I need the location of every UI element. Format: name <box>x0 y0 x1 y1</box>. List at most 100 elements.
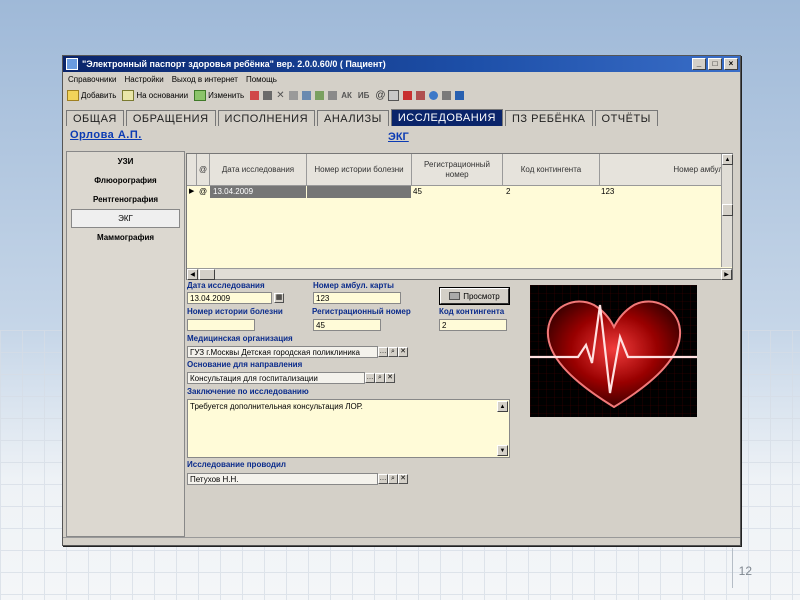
ecg-heart-image <box>530 285 697 417</box>
hscroll-thumb[interactable] <box>199 269 215 280</box>
org-clear-icon[interactable]: ✕ <box>398 347 408 357</box>
col-header-reg[interactable]: Регистрационный номер <box>412 154 503 185</box>
window-title: "Электронный паспорт здоровья ребёнка" в… <box>82 59 386 69</box>
based-on-button[interactable]: На основании <box>122 89 188 101</box>
scroll-left-icon[interactable]: ◀ <box>187 269 198 280</box>
performer-ellipsis-button[interactable]: … <box>378 474 388 484</box>
tab-reports[interactable]: ОТЧЁТЫ <box>594 110 658 126</box>
ak-button[interactable]: АК <box>341 91 352 100</box>
tab-visits[interactable]: ОБРАЩЕНИЯ <box>125 110 216 126</box>
tab-general[interactable]: ОБЩАЯ <box>66 110 124 126</box>
red-plus-icon[interactable] <box>403 90 413 100</box>
patient-name-link[interactable]: Орлова А.П. <box>70 129 142 141</box>
col-header-amb[interactable]: Номер амбул <box>600 154 724 185</box>
basis-search-icon[interactable]: ⌕ <box>375 373 385 383</box>
close-button[interactable]: × <box>724 58 738 70</box>
history-label: Номер истории болезни <box>187 307 283 316</box>
row-attachment-icon: @ <box>199 187 208 196</box>
basis-field[interactable]: Консультация для госпитализации <box>187 372 365 384</box>
scroll-right-icon[interactable]: ▶ <box>721 269 732 280</box>
attachment-column-icon: @ <box>197 154 210 185</box>
nav-item-ecg[interactable]: ЭКГ <box>71 209 180 228</box>
world-icon[interactable] <box>429 90 439 100</box>
book-icon[interactable] <box>455 90 465 100</box>
add-icon <box>67 89 79 101</box>
tab-executions[interactable]: ИСПОЛНЕНИЯ <box>217 110 316 126</box>
org-field[interactable]: ГУЗ г.Москвы Детская городская поликлини… <box>187 346 378 358</box>
view-button-label: Просмотр <box>463 291 500 301</box>
performer-search-icon[interactable]: ⌕ <box>388 474 398 484</box>
tree-icon[interactable] <box>302 90 312 100</box>
edit-icon <box>194 89 207 101</box>
menu-bar: Справочники Настройки Выход в интернет П… <box>63 72 740 86</box>
view-icon <box>449 292 461 300</box>
row-indicator-header <box>187 154 197 185</box>
col-header-contingent[interactable]: Код контингента <box>503 154 600 185</box>
contingent-label: Код контингента <box>439 307 505 316</box>
maximize-button[interactable]: □ <box>708 58 722 70</box>
reg-field[interactable]: 45 <box>313 319 381 331</box>
org-search-icon[interactable]: ⌕ <box>388 347 398 357</box>
menu-item-settings[interactable]: Настройки <box>124 75 163 84</box>
reg-label: Регистрационный номер <box>312 307 411 316</box>
save-icon[interactable] <box>263 90 273 100</box>
trash-icon[interactable] <box>442 90 452 100</box>
print-icon[interactable] <box>328 90 338 100</box>
title-bar: "Электронный паспорт здоровья ребёнка" в… <box>63 56 740 72</box>
edit-label: Изменить <box>208 90 245 100</box>
nav-item-fluorography[interactable]: Флюорография <box>67 171 184 190</box>
slide-divider <box>732 548 733 588</box>
cancel-icon[interactable]: ✕ <box>276 90 285 100</box>
textarea-scroll-down-icon[interactable]: ▼ <box>497 445 508 456</box>
basis-ellipsis-button[interactable]: … <box>365 373 375 383</box>
menu-item-internet[interactable]: Выход в интернет <box>172 75 238 84</box>
contingent-field[interactable]: 2 <box>439 319 507 331</box>
menu-item-directories[interactable]: Справочники <box>68 75 116 84</box>
toolbar: Добавить На основании Изменить ✕ АК ИБ @ <box>63 86 740 104</box>
nav-item-ultrasound[interactable]: УЗИ <box>67 152 184 171</box>
textarea-scroll-up-icon[interactable]: ▲ <box>497 401 508 412</box>
date-field[interactable]: 13.04.2009 <box>187 292 272 304</box>
nav-item-radiography[interactable]: Рентгенография <box>67 190 184 209</box>
org-ellipsis-button[interactable]: … <box>378 347 388 357</box>
conclusion-textarea[interactable]: Требуется дополнительная консультация ЛО… <box>187 399 510 458</box>
basis-label: Основание для направления <box>187 360 303 369</box>
minimize-button[interactable]: _ <box>692 58 706 70</box>
history-field[interactable] <box>187 319 255 331</box>
attachment-icon[interactable]: @ <box>375 90 385 100</box>
tab-child-health[interactable]: ПЗ РЕБЁНКА <box>504 110 593 126</box>
app-window: "Электронный паспорт здоровья ребёнка" в… <box>62 55 741 546</box>
scroll-up-icon[interactable]: ▲ <box>722 154 733 165</box>
doc-plus-icon[interactable] <box>388 89 400 101</box>
nav-item-mammography[interactable]: Маммография <box>67 228 184 247</box>
filter-icon[interactable] <box>289 90 299 100</box>
ib-button[interactable]: ИБ <box>358 91 370 100</box>
tab-bar: ОБЩАЯ ОБРАЩЕНИЯ ИСПОЛНЕНИЯ АНАЛИЗЫ ИССЛЕ… <box>66 108 736 126</box>
edit-button[interactable]: Изменить <box>194 89 245 101</box>
performer-field[interactable]: Петухов Н.Н. <box>187 473 378 485</box>
amb-card-field[interactable]: 123 <box>313 292 401 304</box>
tab-research[interactable]: ИССЛЕДОВАНИЯ <box>390 109 503 126</box>
export-icon[interactable] <box>315 90 325 100</box>
add-button[interactable]: Добавить <box>67 89 117 101</box>
arrow-doc-icon[interactable] <box>416 90 426 100</box>
menu-item-help[interactable]: Помощь <box>246 75 277 84</box>
org-label: Медицинская организация <box>187 334 293 343</box>
scroll-thumb[interactable] <box>722 204 733 216</box>
col-header-history[interactable]: Номер истории болезни <box>307 154 412 185</box>
view-button[interactable]: Просмотр <box>439 287 510 305</box>
performer-clear-icon[interactable]: ✕ <box>398 474 408 484</box>
copy-doc-icon <box>122 89 135 101</box>
col-header-date[interactable]: Дата исследования <box>210 154 307 185</box>
row-pointer-icon: ▶ <box>189 188 195 195</box>
calendar-icon[interactable]: ▦ <box>274 293 284 303</box>
table-horizontal-scrollbar[interactable]: ◀ ▶ <box>187 268 732 280</box>
table-vertical-scrollbar[interactable]: ▲ <box>721 154 733 267</box>
tab-analyses[interactable]: АНАЛИЗЫ <box>317 110 389 126</box>
table-row[interactable]: ▶ @ 13.04.2009 45 2 123 <box>187 186 727 198</box>
section-title: ЭКГ <box>388 131 409 143</box>
research-table: @ Дата исследования Номер истории болезн… <box>186 153 733 280</box>
delete-icon[interactable] <box>250 90 260 100</box>
add-label: Добавить <box>81 90 117 100</box>
basis-clear-icon[interactable]: ✕ <box>385 373 395 383</box>
